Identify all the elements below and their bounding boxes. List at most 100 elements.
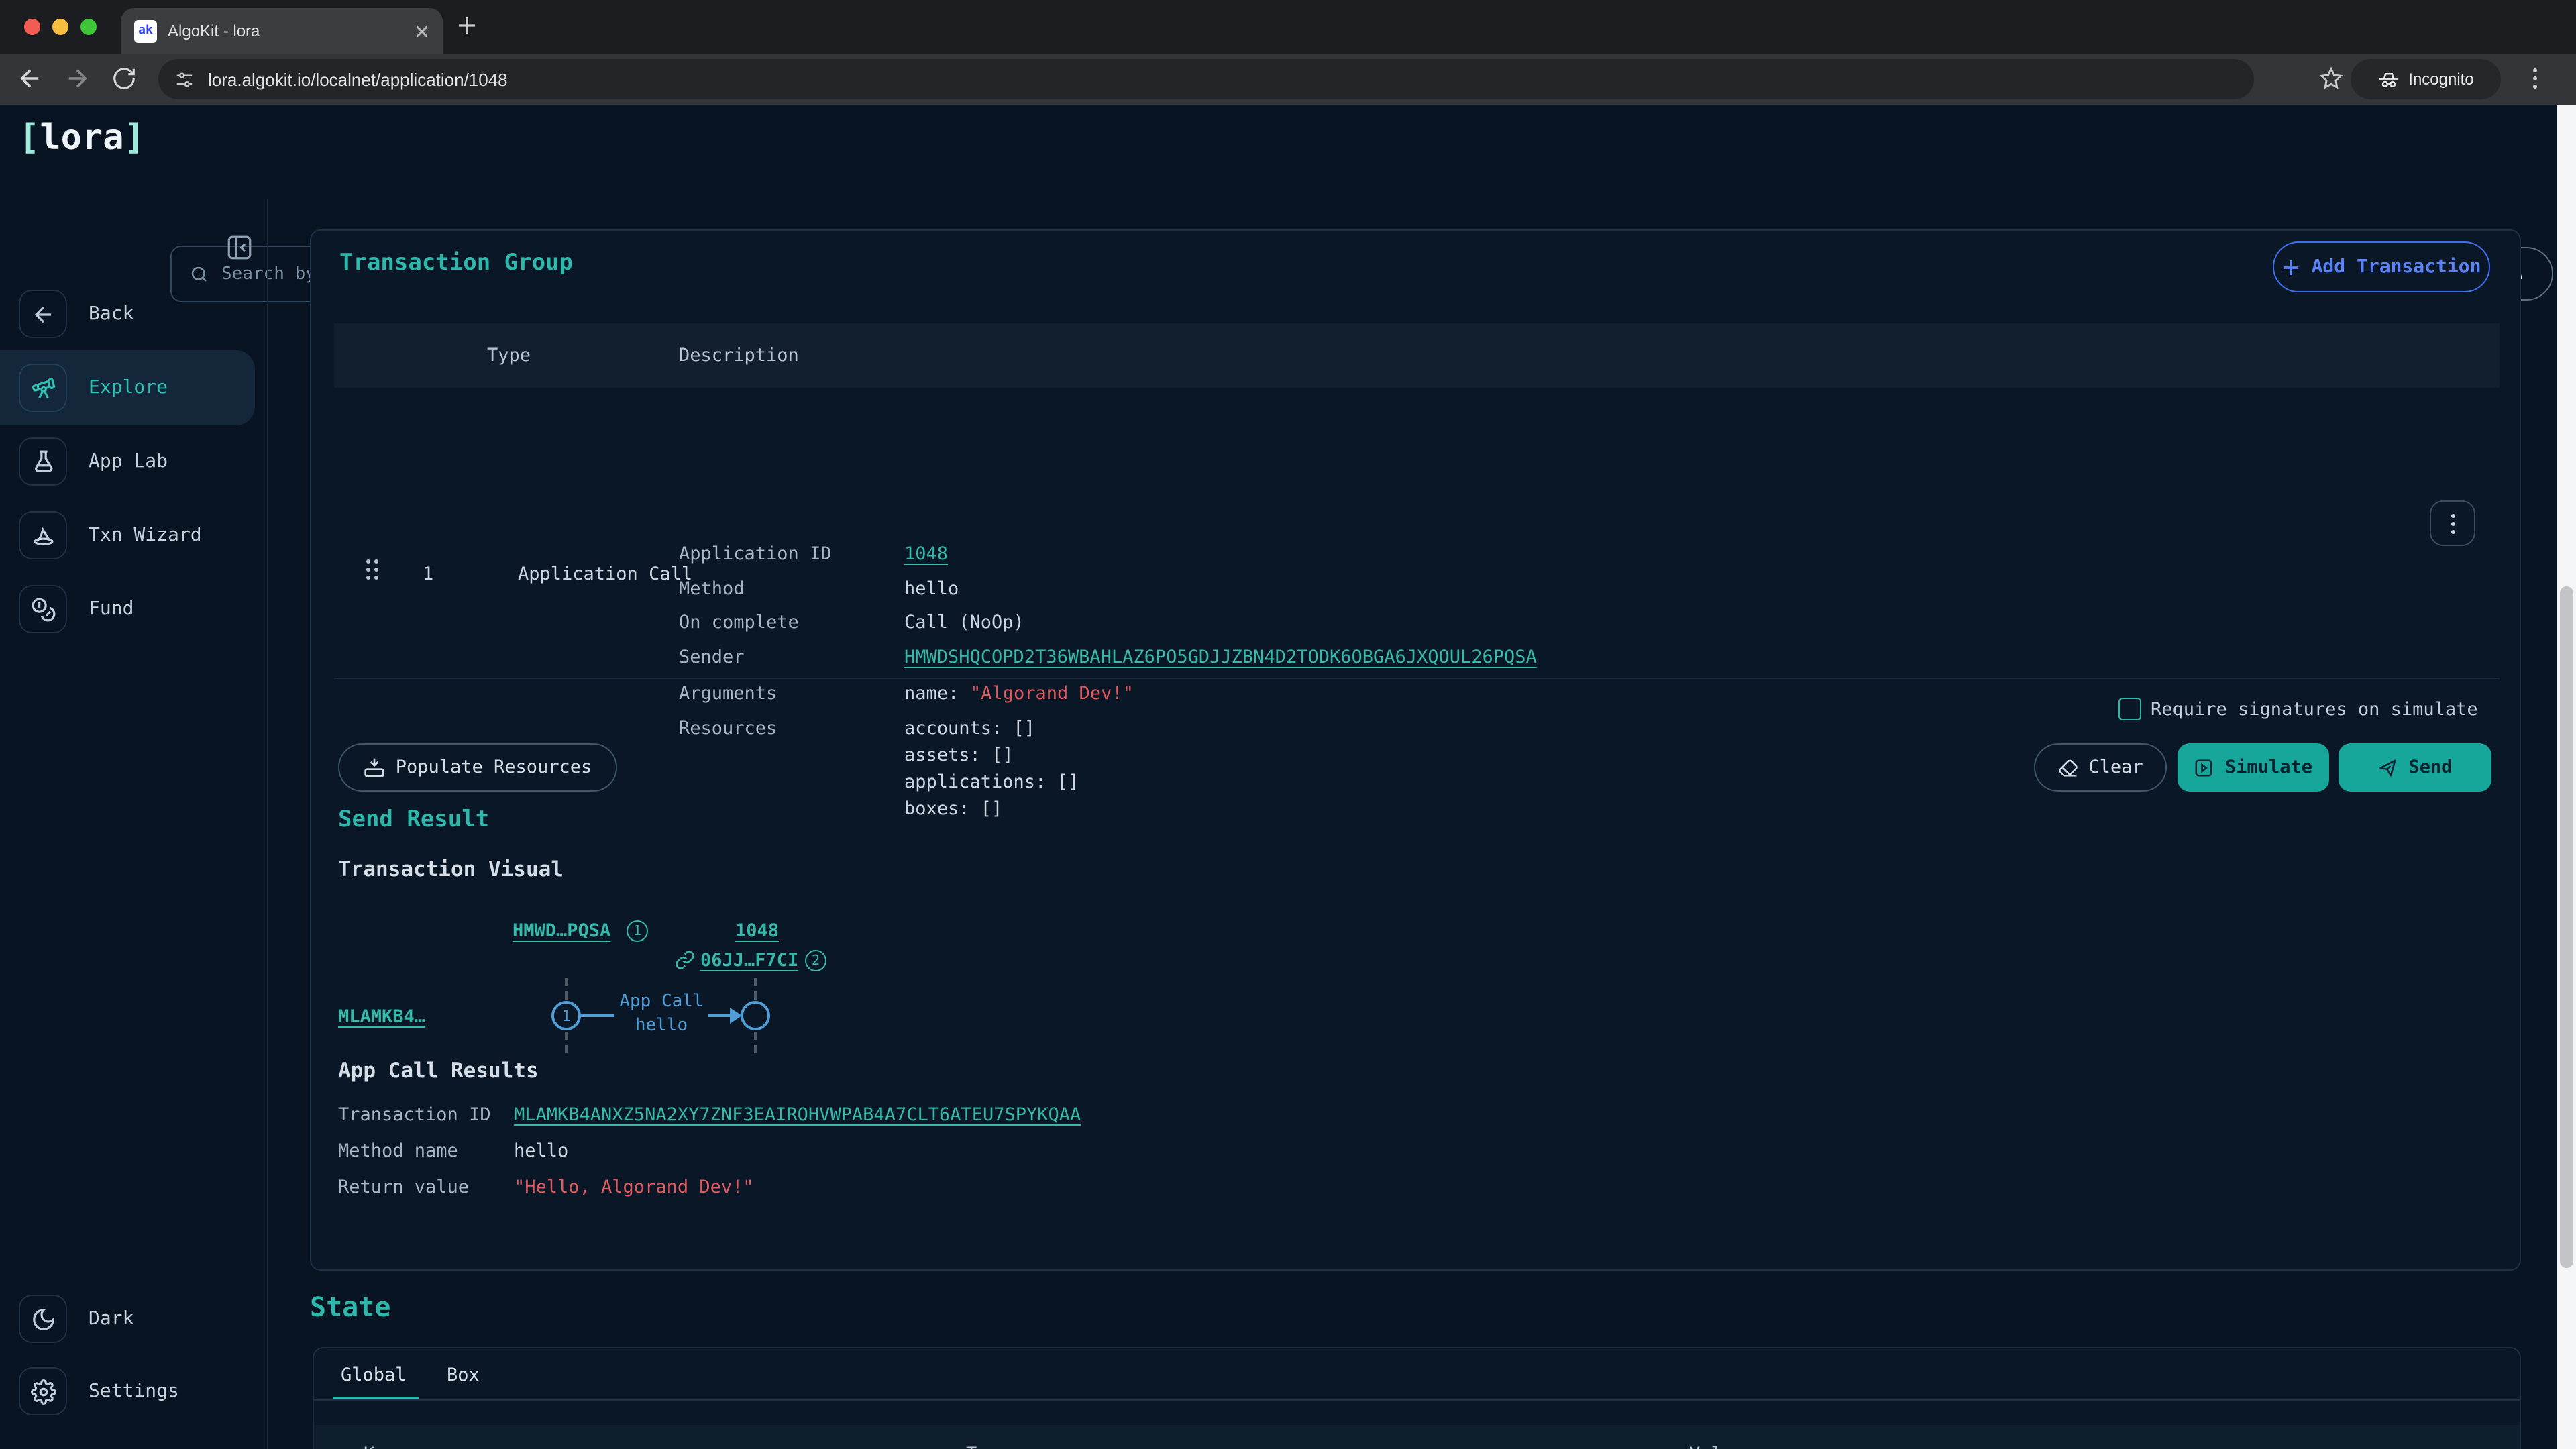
- new-tab-button[interactable]: [456, 15, 478, 36]
- page: [lora] LocalNet HMWD…PQSA: [0, 105, 2576, 1449]
- result-label: Return value: [338, 1177, 469, 1198]
- tab-close-icon[interactable]: [415, 23, 429, 38]
- clear-button[interactable]: Clear: [2034, 743, 2167, 792]
- favicon: ak: [134, 19, 157, 42]
- table-header: Type Description: [334, 323, 2500, 388]
- tab-box[interactable]: Box: [447, 1364, 480, 1386]
- download-icon: [364, 757, 385, 778]
- visual-txn-link[interactable]: MLAMKB4…: [338, 1006, 425, 1028]
- from-node[interactable]: 1: [551, 1001, 581, 1030]
- field-label: Application ID: [679, 543, 832, 565]
- column-type: Type: [966, 1444, 1010, 1449]
- sidebar-item-dark-mode[interactable]: Dark: [0, 1281, 268, 1356]
- account-badge: 1: [627, 920, 648, 942]
- reload-icon[interactable]: [111, 66, 137, 91]
- tab-global[interactable]: Global: [341, 1364, 407, 1386]
- add-transaction-button[interactable]: Add Transaction: [2273, 241, 2490, 292]
- incognito-icon: [2377, 68, 2400, 91]
- require-signatures-checkbox[interactable]: [2118, 698, 2141, 720]
- plus-icon: [2282, 258, 2300, 276]
- row-type: Application Call: [518, 564, 692, 585]
- app-call-results-title: App Call Results: [338, 1059, 539, 1083]
- transaction-group-title: Transaction Group: [339, 250, 573, 276]
- visual-app-link[interactable]: 1048: [735, 920, 779, 942]
- browser-tabstrip: ak AlgoKit - lora: [0, 0, 2576, 54]
- state-card: Global Box Key Type Value: [313, 1347, 2521, 1449]
- edge-line: [577, 1014, 614, 1017]
- state-table-header: Key Type Value: [314, 1425, 2520, 1449]
- visual-group-link[interactable]: 06JJ…F7CI: [700, 950, 798, 971]
- collapse-sidebar-icon[interactable]: [225, 233, 254, 262]
- field-label: Method: [679, 578, 745, 600]
- scrollbar-thumb[interactable]: [2560, 586, 2573, 1268]
- browser-tab[interactable]: ak AlgoKit - lora: [121, 8, 443, 54]
- require-signatures-label: Require signatures on simulate: [2151, 699, 2478, 720]
- sender-address-link[interactable]: HMWDSHQCOPD2T36WBAHLAZ6PO5GDJJZBN4D2TODK…: [904, 647, 1537, 668]
- method-name-value: hello: [514, 1140, 568, 1162]
- incognito-label: Incognito: [2408, 70, 2473, 89]
- result-label: Transaction ID: [338, 1104, 491, 1126]
- coins-icon: [19, 585, 67, 633]
- telescope-icon: [19, 364, 67, 412]
- row-menu-button[interactable]: [2430, 500, 2475, 546]
- moon-icon: [19, 1295, 67, 1343]
- lora-logo[interactable]: [lora]: [19, 118, 145, 158]
- gear-icon: [19, 1367, 67, 1415]
- play-square-icon: [2194, 757, 2214, 777]
- sidebar-item-fund[interactable]: Fund: [0, 572, 268, 647]
- column-type: Type: [487, 345, 531, 366]
- address-bar[interactable]: lora.algokit.io/localnet/application/104…: [158, 59, 2254, 99]
- sidebar-item-explore[interactable]: Explore: [0, 350, 268, 425]
- edge-line: [708, 1014, 731, 1017]
- resource-accounts: accounts: []: [904, 718, 1035, 739]
- group-badge: 2: [805, 950, 826, 971]
- sidebar-item-txn-wizard[interactable]: Txn Wizard: [0, 498, 268, 573]
- eraser-icon: [2057, 757, 2078, 777]
- transaction-visual-title: Transaction Visual: [338, 857, 564, 881]
- drag-handle-icon[interactable]: [366, 559, 378, 580]
- send-button[interactable]: Send: [2339, 743, 2491, 792]
- sidebar-item-app-lab[interactable]: App Lab: [0, 424, 268, 499]
- sidebar-item-back[interactable]: Back: [0, 276, 268, 352]
- arrow-left-icon: [19, 290, 67, 338]
- field-label: Resources: [679, 718, 777, 739]
- column-key: Key: [364, 1444, 396, 1449]
- transaction-group-card: Transaction Group Add Transaction Type D…: [310, 229, 2521, 1271]
- forward-icon[interactable]: [63, 64, 91, 93]
- to-node[interactable]: [741, 1001, 770, 1030]
- kebab-icon: [2451, 513, 2455, 533]
- application-id-link[interactable]: 1048: [904, 543, 948, 565]
- url-text: lora.algokit.io/localnet/application/104…: [208, 69, 508, 89]
- populate-resources-button[interactable]: Populate Resources: [338, 743, 617, 792]
- minimize-window-button[interactable]: [52, 19, 68, 35]
- row-index: 1: [423, 564, 433, 585]
- maximize-window-button[interactable]: [80, 19, 97, 35]
- wizard-hat-icon: [19, 511, 67, 559]
- link-icon: [675, 950, 695, 970]
- bookmark-star-icon[interactable]: [2318, 66, 2344, 91]
- result-label: Method name: [338, 1140, 458, 1162]
- simulate-button[interactable]: Simulate: [2178, 743, 2329, 792]
- sidebar-item-settings[interactable]: Settings: [0, 1354, 268, 1429]
- column-description: Description: [679, 345, 799, 366]
- state-title: State: [310, 1291, 390, 1323]
- scrollbar-track[interactable]: [2557, 105, 2576, 1449]
- table-row: 1 Application Call Application ID 1048 M…: [334, 388, 2500, 679]
- back-icon[interactable]: [16, 64, 44, 93]
- tab-divider: [314, 1399, 2520, 1401]
- on-complete-value: Call (NoOp): [904, 612, 1024, 633]
- resource-applications: applications: []: [904, 771, 1079, 793]
- resource-assets: assets: []: [904, 745, 1014, 766]
- send-plane-icon: [2377, 757, 2398, 777]
- window-controls[interactable]: [24, 19, 97, 35]
- return-value: "Hello, Algorand Dev!": [514, 1177, 754, 1198]
- resource-boxes: boxes: []: [904, 798, 1002, 820]
- visual-account-link[interactable]: HMWD…PQSA: [513, 920, 610, 942]
- site-settings-icon[interactable]: [174, 69, 195, 89]
- incognito-badge: Incognito: [2351, 59, 2501, 99]
- close-window-button[interactable]: [24, 19, 40, 35]
- argument-name-prefix: name:: [904, 683, 970, 704]
- method-value: hello: [904, 578, 959, 600]
- browser-menu-icon[interactable]: [2533, 68, 2537, 89]
- transaction-id-link[interactable]: MLAMKB4ANXZ5NA2XY7ZNF3EAIROHVWPAB4A7CLT6…: [514, 1104, 1081, 1126]
